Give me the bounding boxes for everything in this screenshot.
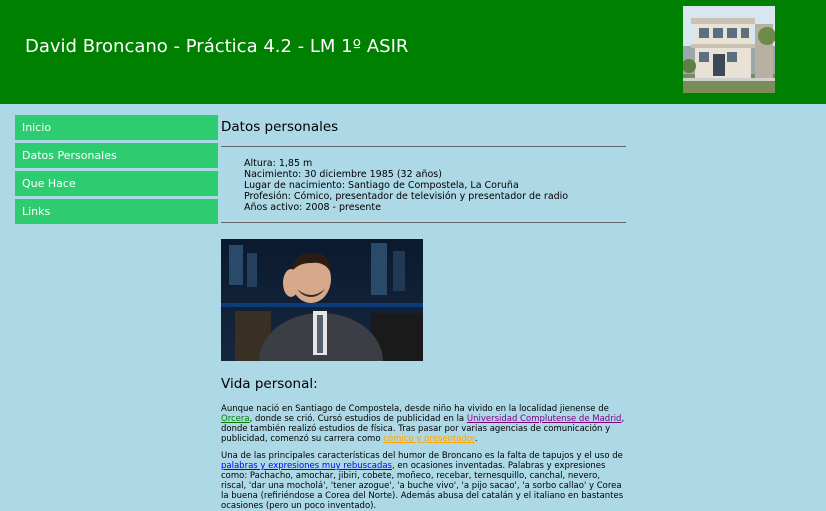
text-span: . <box>474 434 478 444</box>
nav-item-links[interactable]: Links <box>15 199 218 224</box>
divider <box>221 222 626 223</box>
page-header: David Broncano - Práctica 4.2 - LM 1º AS… <box>0 0 826 104</box>
fact-item: Lugar de nacimiento: Santiago de Compost… <box>244 180 519 191</box>
fact-item: Profesión: Cómico, presentador de televi… <box>244 191 569 202</box>
link-comico-presentador[interactable]: cómico y presentador <box>383 434 475 444</box>
page-title: David Broncano - Práctica 4.2 - LM 1º AS… <box>25 36 409 57</box>
humor-paragraph: Una de las principales características d… <box>221 451 626 511</box>
link-orcera[interactable]: Orcera <box>221 414 250 424</box>
nav-item-que-hace[interactable]: Que Hace <box>15 171 218 196</box>
school-building-image <box>683 6 775 93</box>
side-nav: Inicio Datos Personales Que Hace Links <box>15 115 218 227</box>
facts-list: Altura: 1,85 m Nacimiento: 30 diciembre … <box>221 147 626 222</box>
section-title: Datos personales <box>221 119 339 135</box>
vida-personal-heading: Vida personal: <box>221 376 318 392</box>
fact-item: Nacimiento: 30 diciembre 1985 (32 años) <box>244 169 442 180</box>
fact-item: Años activo: 2008 - presente <box>244 202 381 213</box>
text-span: , donde se crió. Cursó estudios de publi… <box>249 414 467 424</box>
portrait-image <box>221 239 423 361</box>
nav-item-datos-personales[interactable]: Datos Personales <box>15 143 218 168</box>
nav-item-inicio[interactable]: Inicio <box>15 115 218 140</box>
bio-paragraph: Aunque nació en Santiago de Compostela, … <box>221 404 626 444</box>
text-span: Aunque nació en Santiago de Compostela, … <box>221 404 609 414</box>
link-universidad-complutense[interactable]: Universidad Complutense de Madrid <box>467 414 622 424</box>
text-span: Una de las principales características d… <box>221 451 623 461</box>
fact-item: Altura: 1,85 m <box>244 158 313 169</box>
link-palabras-expresiones[interactable]: palabras y expresiones muy rebuscadas <box>221 461 392 471</box>
main-content: Datos personales Altura: 1,85 m Nacimien… <box>221 115 626 511</box>
